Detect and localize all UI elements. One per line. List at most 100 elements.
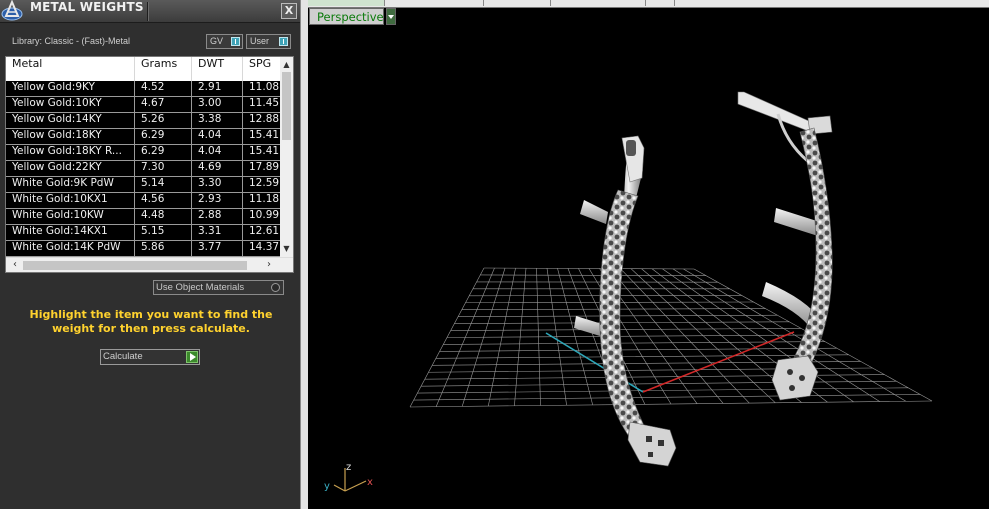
cell-grams: 4.48 — [135, 209, 192, 224]
cell-spg: 11.45 — [249, 97, 280, 109]
scroll-left-icon[interactable]: ‹ — [8, 258, 22, 272]
cell-dwt: 2.91 — [192, 81, 243, 96]
ring-model-left[interactable] — [574, 135, 677, 467]
cell-dwt: 4.04 — [192, 129, 243, 144]
table-row[interactable]: Yellow Gold:14KY 5.26 3.38 12.88 — [6, 113, 280, 129]
library-label: Library: Classic - (Fast)-Metal — [12, 36, 131, 46]
column-header-dwt[interactable]: DWT — [192, 57, 243, 81]
cell-grams: 5.14 — [135, 177, 192, 192]
cell-grams: 4.52 — [135, 81, 192, 96]
close-button[interactable]: X — [281, 3, 297, 19]
perspective-view-button[interactable]: Perspective — [309, 8, 384, 25]
column-header-metal[interactable]: Metal — [6, 57, 135, 81]
cell-grams: 5.86 — [135, 241, 192, 256]
cell-spg: 17.89 — [249, 161, 280, 173]
table-body: Yellow Gold:9KY 4.52 2.91 11.08 Yellow Gold:… — [6, 81, 280, 257]
cell-metal: White Gold:14K PdW — [6, 241, 135, 256]
cell-metal: Yellow Gold:10KY — [6, 97, 135, 112]
table-row[interactable]: Yellow Gold:9KY 4.52 2.91 11.08 — [6, 81, 280, 97]
cell-dwt: 3.38 — [192, 113, 243, 128]
table-row[interactable]: White Gold:14KX1 5.15 3.31 12.61 — [6, 225, 280, 241]
radio-indicator-icon — [271, 283, 280, 292]
vertical-scrollbar[interactable]: ▲ ▼ — [280, 57, 293, 257]
cell-metal: White Gold:14KX1 — [6, 225, 135, 240]
chevron-down-icon[interactable] — [386, 8, 396, 25]
axis-y-label: y — [324, 481, 330, 492]
scroll-right-icon[interactable]: › — [262, 258, 276, 272]
cell-dwt: 2.88 — [192, 209, 243, 224]
scroll-down-icon[interactable]: ▼ — [280, 243, 293, 255]
table-row[interactable]: White Gold:14K PdW 5.86 3.77 14.37 — [6, 241, 280, 257]
axis-z-label: z — [346, 462, 351, 473]
scene-canvas[interactable]: z x y — [308, 0, 989, 509]
horizontal-scrollbar[interactable]: ‹ › — [6, 257, 293, 272]
cell-spg: 12.61 — [249, 225, 280, 237]
grid-line — [413, 394, 921, 401]
metal-table: Metal Grams DWT SPG Yellow Gold:9KY 4.52 2… — [5, 56, 294, 273]
cell-dwt: 3.00 — [192, 97, 243, 112]
cell-grams: 4.67 — [135, 97, 192, 112]
cell-grams: 5.26 — [135, 113, 192, 128]
vertical-scroll-thumb[interactable] — [282, 72, 291, 140]
table-row[interactable]: Yellow Gold:18KY R... 6.29 4.04 15.41 — [6, 145, 280, 161]
toggle-indicator-icon — [231, 37, 240, 46]
table-row[interactable]: White Gold:10KW 4.48 2.88 10.99 — [6, 209, 280, 225]
cell-grams: 6.29 — [135, 129, 192, 144]
cell-spg: 14.37 — [249, 241, 280, 253]
table-row[interactable]: Yellow Gold:10KY 4.67 3.00 11.45 — [6, 97, 280, 113]
user-toggle-label: User — [250, 36, 270, 46]
cell-grams: 7.30 — [135, 161, 192, 176]
cell-metal: Yellow Gold:22KY — [6, 161, 135, 176]
table-row[interactable]: White Gold:10KX1 4.56 2.93 11.18 — [6, 193, 280, 209]
cell-spg: 11.18 — [249, 193, 280, 205]
ring-model-right[interactable] — [737, 91, 833, 401]
cell-grams: 4.56 — [135, 193, 192, 208]
cell-metal: White Gold:9K PdW — [6, 177, 135, 192]
3d-viewport[interactable]: z x y Perspective — [308, 0, 989, 509]
table-row[interactable]: Yellow Gold:22KY 7.30 4.69 17.89 — [6, 161, 280, 177]
toggle-indicator-icon — [279, 37, 288, 46]
calculate-label: Calculate — [103, 351, 143, 362]
table-header: Metal Grams DWT SPG — [6, 57, 280, 81]
use-object-materials-option[interactable]: Use Object Materials — [153, 280, 284, 295]
calculate-button[interactable]: Calculate — [100, 349, 200, 365]
use-object-materials-label: Use Object Materials — [156, 282, 245, 293]
cell-dwt: 4.69 — [192, 161, 243, 176]
cell-dwt: 4.04 — [192, 145, 243, 160]
horizontal-scroll-thumb[interactable] — [23, 261, 247, 270]
cell-spg: 12.88 — [249, 113, 280, 125]
cell-dwt: 3.30 — [192, 177, 243, 192]
cell-dwt: 2.93 — [192, 193, 243, 208]
cell-metal: Yellow Gold:9KY — [6, 81, 135, 96]
gv-toggle-label: GV — [210, 36, 224, 46]
user-toggle[interactable]: User — [246, 34, 291, 49]
panel-splitter[interactable] — [300, 0, 308, 509]
table-row[interactable]: White Gold:9K PdW 5.14 3.30 12.59 — [6, 177, 280, 193]
cell-grams: 6.29 — [135, 145, 192, 160]
cell-metal: Yellow Gold:18KY R... — [6, 145, 135, 160]
table-row[interactable]: Yellow Gold:18KY 6.29 4.04 15.41 — [6, 129, 280, 145]
grid-line — [409, 400, 933, 408]
cell-metal: Yellow Gold:14KY — [6, 113, 135, 128]
panel-title: METAL WEIGHTS — [30, 0, 144, 14]
view-tab[interactable] — [646, 0, 675, 6]
axis-x-label: x — [367, 477, 373, 488]
view-tab[interactable] — [385, 0, 484, 6]
cell-metal: White Gold:10KX1 — [6, 193, 135, 208]
ground-grid — [409, 267, 933, 408]
column-header-grams[interactable]: Grams — [135, 57, 192, 81]
cell-dwt: 3.77 — [192, 241, 243, 256]
gv-toggle[interactable]: GV — [206, 34, 243, 49]
view-tab[interactable] — [484, 0, 551, 6]
cell-metal: White Gold:10KW — [6, 209, 135, 224]
scroll-up-icon[interactable]: ▲ — [280, 59, 293, 71]
cell-spg: 15.41 — [249, 129, 280, 141]
grid-line — [417, 387, 909, 394]
column-header-spg[interactable]: SPG — [243, 57, 280, 81]
view-tab-strip — [308, 0, 989, 8]
perspective-label: Perspective — [317, 10, 384, 24]
view-tab[interactable] — [308, 0, 385, 6]
app-logo-icon — [1, 0, 23, 21]
view-tab[interactable] — [551, 0, 646, 6]
cell-spg: 12.59 — [249, 177, 280, 189]
